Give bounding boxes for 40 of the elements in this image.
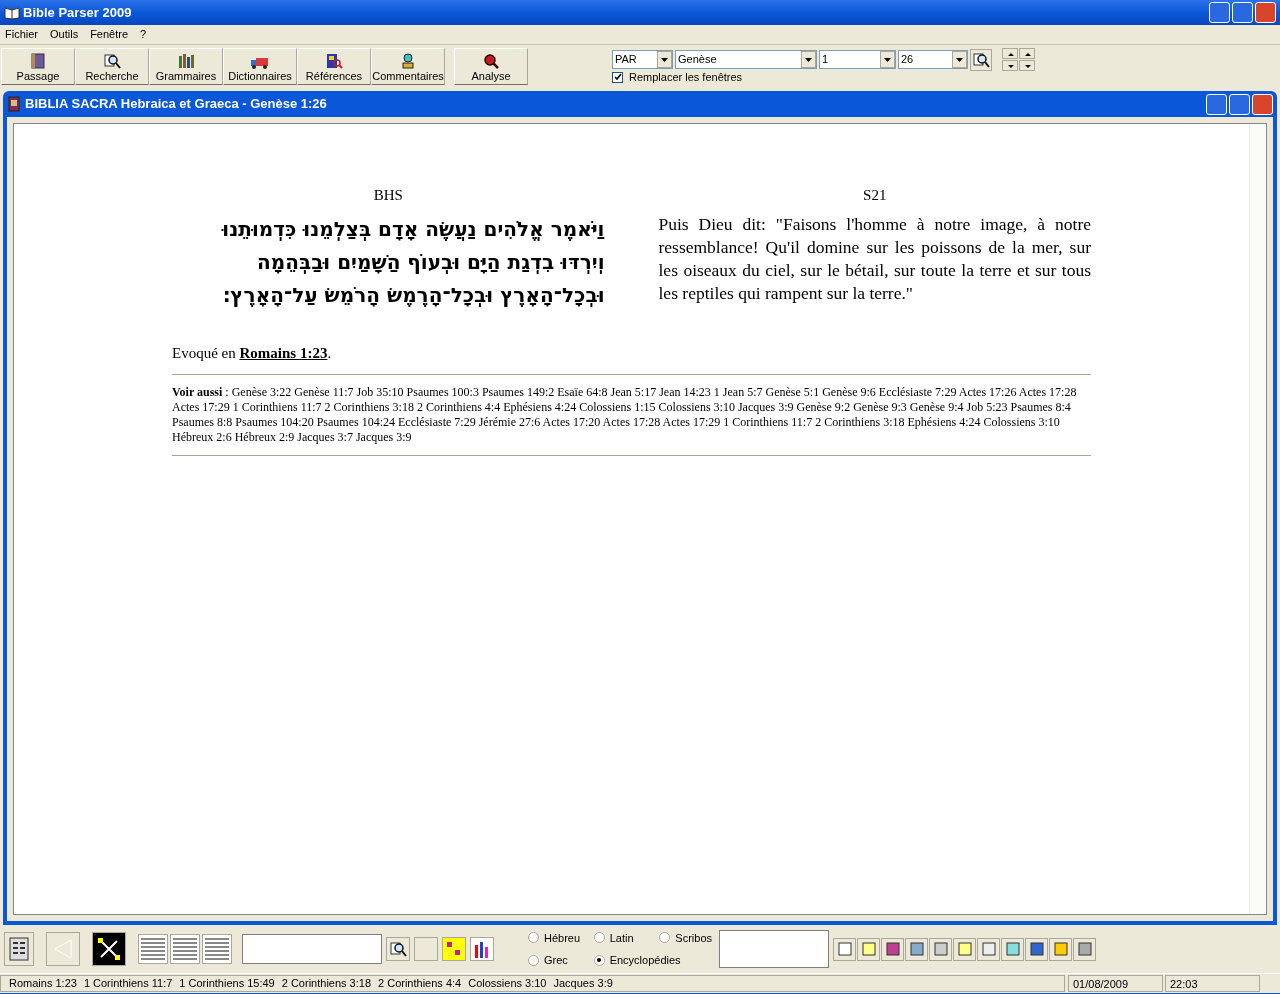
status-reference: 1 Corinthiens 11:7 [83,976,173,992]
status-time: 22:03 [1165,975,1260,992]
radio-label: Latin [609,930,634,946]
version-combo[interactable]: PAR [612,50,673,69]
radio-label: Hébreu [544,930,581,946]
checkbox-label: Remplacer les fenêtres [629,70,743,85]
menu-item[interactable]: ? [140,26,147,43]
window-title: Bible Parser 2009 [23,3,132,22]
child-window-title: BIBLIA SACRA Hebraica et Graeca - Genèse 1:26 [25,95,327,114]
status-reference: Jacques 3:9 [553,976,613,992]
toolbar-button[interactable]: Analyse [454,48,528,85]
hebrew-text-line: וַיֹּאמֶר אֱלֹהִים נַעֲשֶׂה אָדָם בְּצַלְמֵנוּ כִּדְמוּתֵנוּ [220,215,605,243]
toolbar-button[interactable]: Références [297,48,371,85]
evoked-text: Evoqué en Romains 1:23. [172,343,333,363]
toolbar-button[interactable]: Dictionnaires [223,48,297,85]
status-reference: 2 Corinthiens 4:4 [378,976,462,992]
hebrew-text-line: וְיִרְדּוּ בִדְגַת הַיָּם וּבְעוֹף הַשָּׁמַיִם וּבַבְּהֵמָה [256,248,605,276]
column-heading: BHS [372,186,404,205]
toolbar-button[interactable]: Recherche [75,48,149,85]
status-reference: 2 Corinthiens 3:18 [281,976,372,992]
menu-item[interactable]: Outils [50,26,79,43]
menu-item[interactable]: Fenêtre [90,26,129,43]
column-heading: S21 [862,186,888,205]
radio-label: Grec [544,953,568,968]
radio-label: Scribos [675,930,712,946]
see-also-text: Voir aussi : Genèse 3:22 Genèse 11:7 Job 35:10 Psaumes 100:3 Psaumes 149:2 Esaïe 64:8 Jean 5:17 Jean 14:23 1 Jean 5:7 Genèse 5:1 Genèse 9:6 Ecclésiaste 7:29 Actes 17:26 Actes 17:28 Actes 17:29 1 Corinthiens 11:7 2 Corinthiens 3:18 2 Corinthiens 4:4 Ephésiens 4:24 Colossiens 1:15 Colossiens 3:10 Jacques 3:9 Genèse 9:2 Genèse 9:3 Genèse 9:4 Job 5:23 Psaumes 8:4 Psaumes 8:8 Psaumes 104:20 Psaumes 104:24 Ecclésiaste 7:29 Jérémie 27:6 Actes 17:20 Actes 17:28 Actes 17:29 1 Corinthiens 11:7 2 Corinthiens 3:18 Ephésiens 4:24 Colossiens 3:10 Hébreux 2:6 Hébreux 2:9 Jacques 3:7 Jacques 3:9 [172,385,1078,445]
toolbar-button[interactable]: Commentaires [371,48,445,85]
menu-item[interactable]: Fichier [5,26,38,43]
chapter-combo[interactable]: 1 [819,50,896,69]
status-date: 01/08/2009 [1068,975,1163,992]
radio-label: Encyclopédies [609,953,681,968]
status-reference: 1 Corinthiens 15:49 [179,976,275,992]
toolbar-button[interactable]: Passage [1,48,75,85]
status-reference: Colossiens 3:10 [468,976,547,992]
book-combo[interactable]: Genèse [675,50,817,69]
verse-text: Puis Dieu dit: "Faisons l'homme à notre image, à notre ressemblance! Qu'il domine sur les poissons de la mer, sur les oiseaux du ciel, sur le bétail, sur toute la terre et sur tous les reptiles qui rampent sur la terre." [658,212,1091,305]
status-reference: Romains 1:23 [9,976,77,992]
verse-combo[interactable]: 26 [898,50,968,69]
hebrew-text-line: וּבְכָל־הָאָרֶץ וּבְכָל־הָרֶמֶשׂ הָרֹמֵשׂ עַל־הָאָרֶץ׃ [221,281,605,309]
toolbar-button[interactable]: Grammaires [149,48,223,85]
